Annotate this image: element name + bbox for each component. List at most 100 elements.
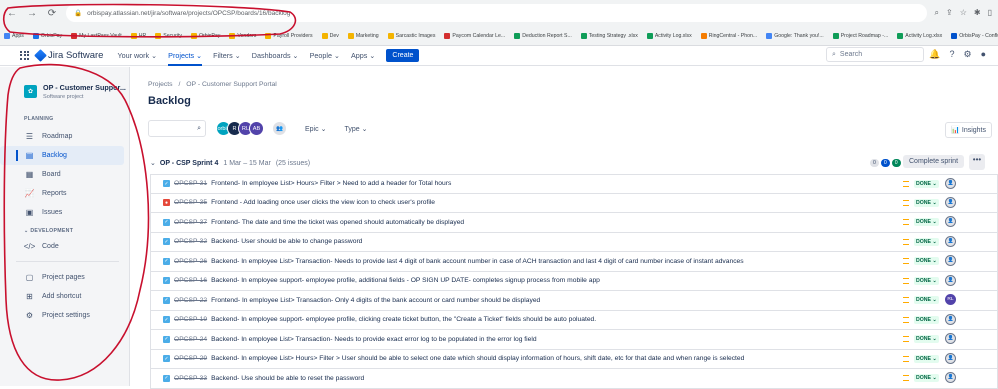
unassigned-icon[interactable]: 👤: [945, 352, 956, 364]
unassigned-icon[interactable]: 👤: [945, 274, 956, 286]
jira-logo[interactable]: Jira Software: [34, 49, 103, 62]
chevron-down-icon[interactable]: ⌄: [150, 159, 156, 167]
issue-summary[interactable]: Backend- In employee support- employee p…: [211, 316, 596, 323]
issue-summary[interactable]: Frontend- In employee List> Hours> Filte…: [211, 180, 451, 187]
unassigned-icon[interactable]: 👤: [945, 196, 956, 208]
bookmark-item[interactable]: OrbisPay: [32, 32, 62, 39]
nav-people[interactable]: People ⌄: [310, 51, 340, 60]
bookmark-item[interactable]: Deduction Report S...: [514, 32, 572, 39]
reload-icon[interactable]: ⟳: [46, 7, 58, 19]
bookmark-item[interactable]: OrbisPay - Conflue...: [951, 32, 998, 39]
issue-key[interactable]: OPCSP-35: [174, 199, 207, 206]
sidebar-item-project-settings[interactable]: ⚙ Project settings: [0, 306, 129, 325]
project-header[interactable]: ✿ OP - Customer Suppor... Software proje…: [0, 67, 129, 100]
zoom-icon[interactable]: ⌕: [935, 8, 939, 18]
unassigned-icon[interactable]: 👤: [945, 235, 956, 247]
assignee-avatar[interactable]: RL: [945, 294, 956, 305]
star-icon[interactable]: ☆: [960, 8, 967, 18]
issue-row[interactable]: ✓ OPCSP-37 Frontend- The date and time the…: [150, 213, 998, 233]
bookmark-item[interactable]: Project Roadmap -...: [832, 32, 888, 39]
unassigned-icon[interactable]: 👤: [945, 372, 956, 383]
bookmark-item[interactable]: Apps: [4, 32, 24, 39]
sidebar-item-reports[interactable]: 📈 Reports: [0, 184, 129, 203]
bookmark-item[interactable]: Activity Log.xlsx: [646, 32, 692, 39]
bookmark-item[interactable]: Vendors: [229, 32, 256, 39]
issue-key[interactable]: OPCSP-37: [174, 219, 207, 226]
bookmark-item[interactable]: Activity Log.xlsx: [897, 32, 942, 39]
bookmark-item[interactable]: Sarcastic Images: [387, 32, 435, 39]
status-badge[interactable]: DONE ⌄: [914, 257, 939, 265]
issue-summary[interactable]: Frontend - Add loading once user clicks …: [211, 199, 435, 206]
extensions-icon[interactable]: ✱: [974, 8, 981, 18]
nav-dashboards[interactable]: Dashboards ⌄: [252, 51, 299, 60]
breadcrumb-project[interactable]: OP - Customer Support Portal: [186, 81, 277, 88]
status-badge[interactable]: DONE ⌄: [914, 218, 939, 226]
bookmark-item[interactable]: RingCentral - Phon...: [700, 32, 757, 39]
issue-key[interactable]: OPCSP-32: [174, 238, 207, 245]
bookmark-item[interactable]: My LastPass Vault: [71, 32, 122, 39]
unassigned-icon[interactable]: 👤: [945, 216, 956, 227]
issue-key[interactable]: OPCSP-31: [174, 180, 207, 187]
status-badge[interactable]: DONE ⌄: [914, 180, 939, 188]
search-input[interactable]: ⌕ Search: [826, 47, 924, 62]
app-switcher-icon[interactable]: [20, 50, 30, 61]
status-badge[interactable]: DONE ⌄: [914, 237, 939, 246]
sidebar-item-board[interactable]: ▦ Board: [0, 165, 129, 184]
settings-icon[interactable]: ⚙: [963, 49, 971, 60]
issue-row[interactable]: ✓ OPCSP-19 Backend- In employee support- e…: [150, 310, 998, 330]
issue-key[interactable]: OPCSP-22: [174, 297, 207, 304]
issue-key[interactable]: OPCSP-33: [174, 375, 207, 382]
issue-key[interactable]: OPCSP-19: [174, 316, 207, 323]
issue-summary[interactable]: Backend- In employee List> Transaction- …: [211, 258, 744, 265]
issue-row[interactable]: ✓ OPCSP-32 Backend- User should be able to…: [150, 232, 998, 252]
profile-icon[interactable]: ●: [981, 49, 986, 60]
sidebar-item-issues[interactable]: ▣ Issues: [0, 203, 129, 222]
bookmark-item[interactable]: Google: Thank you!...: [766, 32, 824, 39]
issue-row[interactable]: ✓ OPCSP-24 Backend- In employee List> Tran…: [150, 330, 998, 350]
help-icon[interactable]: ?: [949, 49, 954, 60]
more-icon[interactable]: •••: [969, 154, 985, 170]
issue-key[interactable]: OPCSP-16: [174, 277, 207, 284]
bookmark-item[interactable]: OrbisPay: [191, 32, 220, 39]
issue-summary[interactable]: Backend- In employee List> Transaction- …: [211, 336, 536, 343]
sprint-header[interactable]: ⌄ OP - CSP Sprint 4 1 Mar – 15 Mar (25 i…: [150, 154, 998, 172]
add-people-icon[interactable]: 👥: [272, 121, 287, 136]
bookmark-item[interactable]: Dev: [321, 32, 339, 39]
issue-row[interactable]: ✓ OPCSP-31 Frontend- In employee List> Hou…: [150, 174, 998, 194]
back-icon[interactable]: ←: [6, 7, 18, 19]
bookmark-item[interactable]: Paycom Calendar Le...: [444, 32, 505, 39]
bookmark-item[interactable]: Security: [155, 32, 182, 39]
share-icon[interactable]: ⇪: [946, 8, 953, 18]
nav-projects[interactable]: Projects ⌄: [168, 46, 203, 66]
insights-button[interactable]: 📊 Insights: [945, 122, 992, 138]
bookmark-item[interactable]: Marketing: [347, 32, 379, 39]
status-badge[interactable]: DONE ⌄: [914, 374, 939, 382]
epic-filter[interactable]: Epic ⌄: [305, 125, 326, 133]
issue-summary[interactable]: Backend- User should be able to change p…: [211, 238, 362, 245]
issue-row[interactable]: ● OPCSP-35 Frontend - Add loading once use…: [150, 193, 998, 213]
issue-key[interactable]: OPCSP-26: [174, 258, 207, 265]
sidebar-item-add-shortcut[interactable]: ⊞ Add shortcut: [0, 287, 129, 306]
issue-summary[interactable]: Frontend- The date and time the ticket w…: [211, 219, 464, 226]
bookmark-item[interactable]: HR: [130, 32, 146, 39]
backlog-search-input[interactable]: ⌕: [148, 120, 206, 137]
issue-row[interactable]: ✓ OPCSP-16 Backend- In employee support- e…: [150, 271, 998, 291]
status-badge[interactable]: DONE ⌄: [914, 354, 939, 363]
unassigned-icon[interactable]: 👤: [945, 255, 956, 266]
create-button[interactable]: Create: [386, 49, 420, 62]
bookmark-item[interactable]: Payroll Providers: [265, 32, 313, 39]
breadcrumb-projects[interactable]: Projects: [148, 81, 173, 88]
bookmark-item[interactable]: Testing Strategy .xlsx: [580, 32, 638, 39]
issue-summary[interactable]: Backend- In employee support- employee p…: [211, 277, 600, 284]
issue-summary[interactable]: Frontend- In employee List> Transaction-…: [211, 297, 540, 304]
issue-summary[interactable]: Backend- Use should be able to reset the…: [211, 375, 364, 382]
address-bar[interactable]: 🔒 orbispay.atlassian.net/jira/software/p…: [66, 4, 927, 22]
status-badge[interactable]: DONE ⌄: [914, 296, 939, 304]
issue-row[interactable]: ✓ OPCSP-22 Frontend- In employee List> Tra…: [150, 291, 998, 311]
issue-summary[interactable]: Backend- In employee List> Hours> Filter…: [211, 355, 744, 362]
status-badge[interactable]: DONE ⌄: [914, 315, 939, 324]
status-badge[interactable]: DONE ⌄: [914, 198, 939, 207]
sidebar-toggle-icon[interactable]: ▯: [988, 8, 992, 18]
avatar[interactable]: AB: [249, 121, 264, 136]
sidebar-item-backlog[interactable]: ▤ Backlog: [0, 146, 124, 165]
